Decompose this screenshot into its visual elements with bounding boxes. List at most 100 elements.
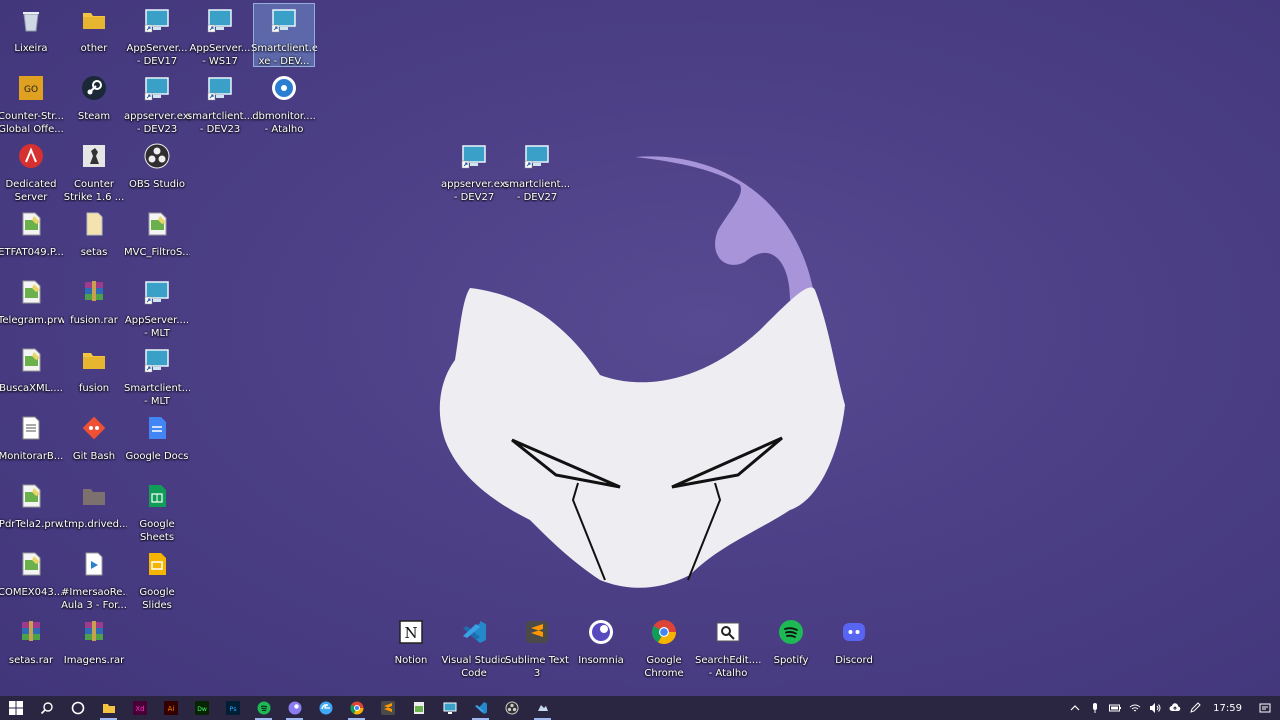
counter-strike-icon (80, 140, 108, 174)
file-explorer-icon[interactable] (93, 696, 124, 720)
remote-app-icon[interactable] (434, 696, 465, 720)
desktop-icon[interactable]: AppServer... - WS17 (190, 4, 250, 66)
microphone-icon[interactable] (1085, 696, 1105, 720)
svg-text:Dw: Dw (197, 706, 207, 713)
desktop-icon[interactable]: Sublime Text 3 (505, 616, 569, 678)
remote-app-icon (143, 276, 171, 310)
notepad-icon[interactable] (403, 696, 434, 720)
illustrator-icon[interactable]: Ai (155, 696, 186, 720)
search-edit-icon (714, 616, 742, 650)
app-icon[interactable] (527, 696, 558, 720)
desktop-icon-label: Git Bash (72, 451, 116, 462)
notification-icon[interactable] (1250, 696, 1280, 720)
windows-start-icon[interactable] (0, 696, 31, 720)
sublime-icon[interactable] (372, 696, 403, 720)
desktop-icon-label: appserver.exe - DEV23 (124, 111, 190, 134)
chrome-icon[interactable] (341, 696, 372, 720)
xd-icon[interactable]: Xd (124, 696, 155, 720)
desktop-icon[interactable]: #ImersaoRe... Aula 3 - For... (61, 548, 127, 610)
steam-icon (80, 72, 108, 106)
desktop-icon[interactable]: .tmp.drived... (61, 480, 127, 542)
desktop-icon[interactable]: GO Counter-Str... Global Offe... (0, 72, 64, 134)
desktop-icon[interactable]: Telegram.prw (0, 276, 64, 338)
desktop-icon-label: MVC_FiltroS... (124, 247, 190, 258)
dreamweaver-icon[interactable]: Dw (186, 696, 217, 720)
desktop-icon[interactable]: Google Sheets (127, 480, 187, 542)
insomnia-icon[interactable] (279, 696, 310, 720)
desktop-icon[interactable]: AppServer.... - MLT (125, 276, 189, 338)
system-tray: 17:59 (1065, 696, 1280, 720)
desktop-icon[interactable]: fusion (64, 344, 124, 406)
desktop-icon-label: #ImersaoRe... Aula 3 - For... (61, 587, 127, 610)
spotify-icon[interactable] (248, 696, 279, 720)
desktop-icon[interactable]: SearchEdit.... - Atalho (695, 616, 761, 678)
desktop-icon[interactable]: setas (64, 208, 124, 270)
desktop-icon[interactable]: BuscaXML.... (0, 344, 63, 406)
desktop-icon[interactable]: smartclient.... - DEV27 (504, 140, 570, 202)
desktop-icon-label: other (80, 43, 108, 54)
vscode-icon[interactable] (465, 696, 496, 720)
desktop-icon[interactable]: Smartclient.e xe - DEV... (251, 3, 317, 67)
volume-icon[interactable] (1145, 696, 1165, 720)
desktop-icon-label: Spotify (773, 655, 809, 666)
desktop-icon-label: Insomnia (578, 655, 624, 666)
wifi-icon[interactable] (1125, 696, 1145, 720)
dbmonitor-icon (270, 72, 298, 106)
chevron-up-icon[interactable] (1065, 696, 1085, 720)
photoshop-icon[interactable]: Ps (217, 696, 248, 720)
desktop-icon[interactable]: Dedicated Server (1, 140, 61, 202)
desktop-icon[interactable]: Steam (64, 72, 124, 134)
cortana-icon[interactable] (62, 696, 93, 720)
desktop-icon[interactable]: COMEX043.... (0, 548, 64, 610)
desktop-icon[interactable]: AppServer... - DEV17 (127, 4, 187, 66)
desktop-icon[interactable]: smartclient.... - DEV23 (187, 72, 253, 134)
desktop-icon[interactable]: fusion.rar (64, 276, 124, 338)
svg-text:Xd: Xd (135, 705, 144, 713)
svg-text:Ps: Ps (229, 705, 237, 713)
edge-icon[interactable] (310, 696, 341, 720)
desktop-icon[interactable]: N Notion (381, 616, 441, 678)
desktop-icon-label: Telegram.prw (0, 315, 64, 326)
chrome-icon (650, 616, 678, 650)
taskbar: Xd Ai Dw Ps 17:59 (0, 696, 1280, 720)
desktop-icon[interactable]: Insomnia (571, 616, 631, 678)
desktop-icon[interactable]: OBS Studio (127, 140, 187, 202)
desktop-icon-label: Steam (77, 111, 111, 122)
desktop-icon[interactable]: MonitorarB... (0, 412, 64, 474)
desktop-icon[interactable]: Visual Studio Code (442, 616, 506, 678)
desktop-icon-label: MonitorarB... (0, 451, 64, 462)
prw-file-icon (143, 208, 171, 242)
desktop-icon-label: Counter Strike 1.6 ... (63, 179, 125, 202)
clock[interactable]: 17:59 (1205, 703, 1250, 714)
desktop-icon-label: Lixeira (14, 43, 48, 54)
desktop-icon[interactable]: Google Chrome (634, 616, 694, 678)
remote-app-icon (206, 72, 234, 106)
desktop-icon[interactable]: MVC_FiltroS... (124, 208, 190, 270)
desktop-icon[interactable]: appserver.exe - DEV27 (441, 140, 507, 202)
desktop[interactable]: Lixeira other AppServer... - DEV17 AppServe… (0, 0, 1280, 696)
battery-icon[interactable] (1105, 696, 1125, 720)
desktop-icon[interactable]: setas.rar (1, 616, 61, 678)
desktop-icon[interactable]: Discord (824, 616, 884, 678)
desktop-icon[interactable]: Counter Strike 1.6 ... (64, 140, 124, 202)
desktop-icon[interactable]: Google Slides (127, 548, 187, 610)
desktop-icon[interactable]: PdrTela2.prw (0, 480, 63, 542)
desktop-icon-label: Sublime Text 3 (505, 655, 569, 678)
obs-icon[interactable] (496, 696, 527, 720)
desktop-icon[interactable]: Google Docs (126, 412, 188, 474)
desktop-icon[interactable]: ETFAT049.P... (0, 208, 64, 270)
desktop-icon[interactable]: Smartclient.... - MLT (124, 344, 190, 406)
desktop-icon[interactable]: Git Bash (64, 412, 124, 474)
desktop-icon[interactable]: Spotify (761, 616, 821, 678)
desktop-icon[interactable]: dbmonitor.... - Atalho (252, 72, 316, 134)
search-icon[interactable] (31, 696, 62, 720)
desktop-icon[interactable]: appserver.exe - DEV23 (124, 72, 190, 134)
desktop-icon[interactable]: Lixeira (1, 4, 61, 66)
desktop-icon-label: Discord (835, 655, 873, 666)
cloud-icon[interactable] (1165, 696, 1185, 720)
vscode-icon (460, 616, 488, 650)
pen-icon[interactable] (1185, 696, 1205, 720)
desktop-icon[interactable]: other (64, 4, 124, 66)
video-file-icon (80, 548, 108, 582)
desktop-icon[interactable]: Imagens.rar (64, 616, 124, 678)
